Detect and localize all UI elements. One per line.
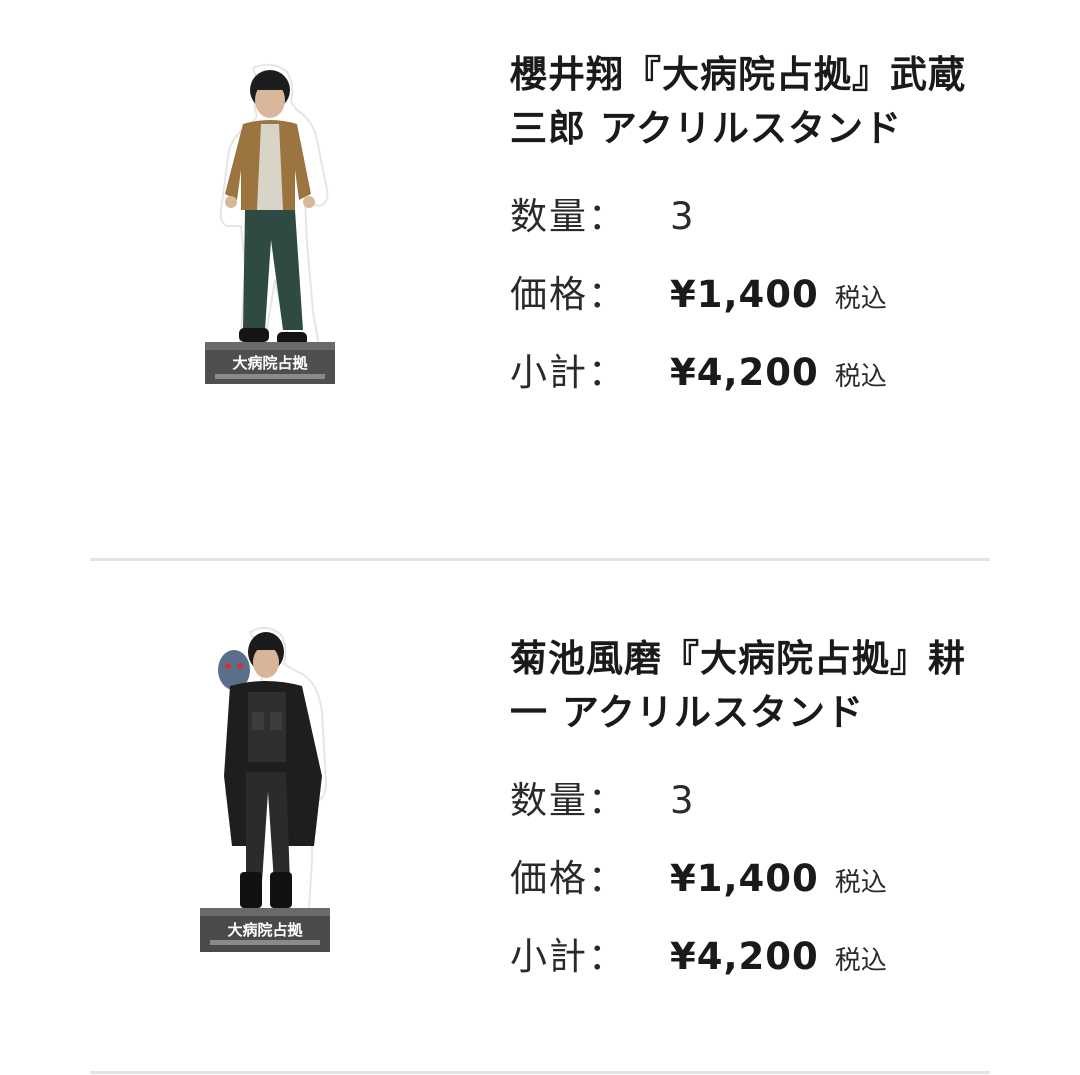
acrylic-stand-figure-image: 大病院占拠	[200, 626, 330, 952]
price-label: 価格：	[510, 273, 627, 316]
cart-item: 大病院占拠 櫻井翔『大病院占拠』武蔵三郎 アクリルスタンド 数量： 3 価格： …	[0, 0, 1080, 560]
cart-item: 大病院占拠 菊池風磨『大病院占拠』耕一 アクリルスタンド 数量： 3 価格： ¥…	[0, 562, 1080, 1072]
subtotal-row: 小計： ¥4,200 税込	[510, 926, 990, 1004]
subtotal-row: 小計： ¥4,200 税込	[510, 342, 990, 420]
quantity-row: 数量： 3	[510, 186, 990, 264]
base-logo-text: 大病院占拠	[227, 921, 303, 939]
quantity-value: 3	[670, 779, 694, 822]
subtotal-tax-note: 税込	[834, 946, 887, 976]
price-value: ¥1,400	[670, 857, 819, 900]
product-image[interactable]: 大病院占拠	[195, 60, 345, 400]
product-title[interactable]: 菊池風磨『大病院占拠』耕一 アクリルスタンド	[510, 632, 990, 740]
price-row: 価格： ¥1,400 税込	[510, 848, 990, 926]
subtotal-value: ¥4,200	[670, 351, 819, 394]
item-divider	[90, 1071, 990, 1074]
price-label: 価格：	[510, 857, 627, 900]
price-tax-note: 税込	[834, 868, 887, 898]
subtotal-value: ¥4,200	[670, 935, 819, 978]
item-info: 菊池風磨『大病院占拠』耕一 アクリルスタンド 数量： 3 価格： ¥1,400 …	[510, 632, 990, 1004]
price-row: 価格： ¥1,400 税込	[510, 264, 990, 342]
product-title[interactable]: 櫻井翔『大病院占拠』武蔵三郎 アクリルスタンド	[510, 48, 990, 156]
product-image[interactable]: 大病院占拠	[190, 622, 340, 972]
item-divider	[90, 558, 990, 561]
cart-item-list: 大病院占拠 櫻井翔『大病院占拠』武蔵三郎 アクリルスタンド 数量： 3 価格： …	[0, 0, 1080, 1075]
subtotal-label: 小計：	[510, 351, 627, 394]
quantity-row: 数量： 3	[510, 770, 990, 848]
price-tax-note: 税込	[834, 284, 887, 314]
subtotal-tax-note: 税込	[834, 362, 887, 392]
price-value: ¥1,400	[670, 273, 819, 316]
quantity-label: 数量：	[510, 779, 627, 822]
quantity-value: 3	[670, 195, 694, 238]
base-logo-text: 大病院占拠	[232, 354, 308, 372]
quantity-label: 数量：	[510, 195, 627, 238]
subtotal-label: 小計：	[510, 935, 627, 978]
item-info: 櫻井翔『大病院占拠』武蔵三郎 アクリルスタンド 数量： 3 価格： ¥1,400…	[510, 48, 990, 420]
acrylic-stand-figure-image: 大病院占拠	[205, 63, 335, 384]
